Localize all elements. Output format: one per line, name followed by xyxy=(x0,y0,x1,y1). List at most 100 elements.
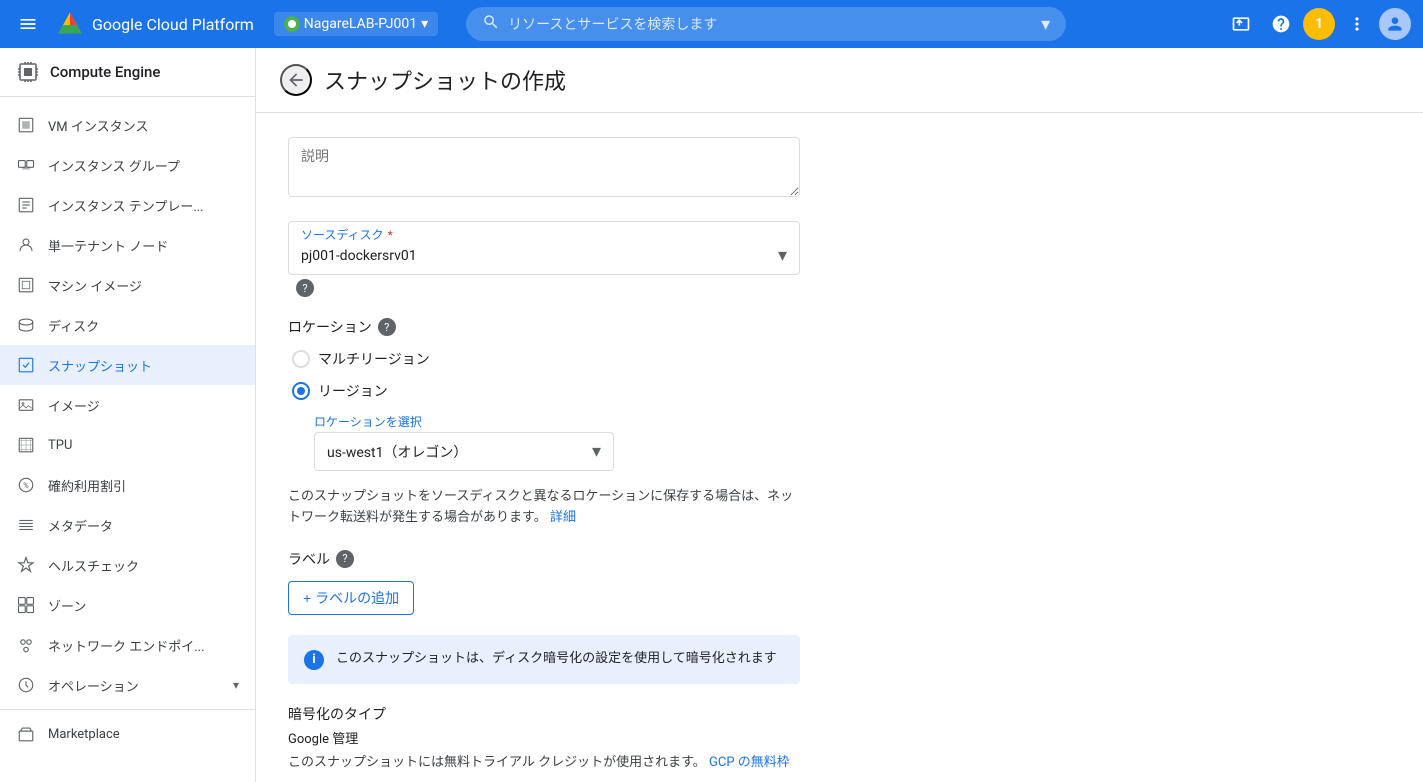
info-icon: i xyxy=(304,650,324,670)
labels-help-icon[interactable]: ? xyxy=(336,550,354,568)
help-icon[interactable] xyxy=(1263,6,1299,42)
sidebar-item-zones[interactable]: ゾーン xyxy=(0,585,255,625)
source-disk-help-button[interactable]: ? xyxy=(296,279,314,297)
location-select-wrapper: ロケーションを選択 us-west1（オレゴン） ▾ xyxy=(314,413,1024,471)
labels-section: ラベル ? + ラベルの追加 xyxy=(288,549,1024,615)
source-disk-dropdown-icon[interactable]: ▾ xyxy=(778,245,787,266)
sidebar-item-label: イメージ xyxy=(48,396,239,415)
sidebar-item-committed-use[interactable]: % 確約利用割引 xyxy=(0,465,255,505)
location-note: このスナップショットをソースディスクと異なるロケーションに保存する場合は、ネット… xyxy=(288,487,800,529)
sidebar-divider xyxy=(0,709,255,710)
sidebar-item-marketplace[interactable]: Marketplace xyxy=(0,714,255,754)
sidebar: Compute Engine VM インスタンス xyxy=(0,48,256,782)
description-textarea[interactable] xyxy=(288,137,800,197)
project-icon xyxy=(284,16,300,32)
user-avatar[interactable] xyxy=(1379,8,1411,40)
sidebar-item-label: ヘルスチェック xyxy=(48,556,239,575)
region-radio[interactable]: リージョン xyxy=(292,381,1024,401)
sidebar-item-instance-templates[interactable]: インスタンス テンプレー... xyxy=(0,185,255,225)
free-trial-link[interactable]: GCP の無料枠 xyxy=(709,755,790,770)
snapshots-icon xyxy=(16,355,36,375)
location-help-icon[interactable]: ? xyxy=(378,318,396,336)
search-area: ▾ xyxy=(466,7,1066,41)
sidebar-item-sole-tenant[interactable]: 単一テナント ノード xyxy=(0,225,255,265)
source-disk-field: ソースディスク * pj001-dockersrv01 ▾ ? xyxy=(288,221,1024,297)
region-label: リージョン xyxy=(318,381,388,401)
cloud-shell-icon[interactable] xyxy=(1223,6,1259,42)
location-note-link[interactable]: 詳細 xyxy=(550,510,576,525)
source-disk-value: pj001-dockersrv01 xyxy=(301,248,778,264)
source-disk-required: * xyxy=(388,228,393,242)
encryption-type: Google 管理 xyxy=(288,728,1024,747)
menu-hamburger[interactable] xyxy=(12,8,44,40)
sidebar-item-network-endpoints[interactable]: ネットワーク エンドポイ... xyxy=(0,625,255,665)
search-input[interactable] xyxy=(508,16,1033,32)
disks-icon xyxy=(16,315,36,335)
sidebar-item-images[interactable]: イメージ xyxy=(0,385,255,425)
instance-groups-icon xyxy=(16,155,36,175)
location-select-box[interactable]: us-west1（オレゴン） ▾ xyxy=(314,432,614,471)
sidebar-item-label: ネットワーク エンドポイ... xyxy=(48,636,239,655)
sidebar-item-label: 確約利用割引 xyxy=(48,476,239,495)
sidebar-item-instance-groups[interactable]: インスタンス グループ xyxy=(0,145,255,185)
labels-section-title: ラベル ? xyxy=(288,549,1024,569)
sidebar-item-label: インスタンス グループ xyxy=(48,156,239,175)
region-radio-circle xyxy=(292,382,310,400)
add-label-button[interactable]: + ラベルの追加 xyxy=(288,581,414,615)
sidebar-item-operations[interactable]: オペレーション ▾ xyxy=(0,665,255,705)
free-trial-note: このスナップショットには無料トライアル クレジットが使用されます。 GCP の無… xyxy=(288,751,1024,770)
search-dropdown-icon: ▾ xyxy=(1041,14,1050,35)
more-options-icon[interactable] xyxy=(1339,6,1375,42)
multi-region-radio-circle xyxy=(292,350,310,368)
sidebar-item-snapshots[interactable]: スナップショット xyxy=(0,345,255,385)
multi-region-radio[interactable]: マルチリージョン xyxy=(292,349,1024,369)
info-text: このスナップショットは、ディスク暗号化の設定を使用して暗号化されます xyxy=(336,649,777,669)
sidebar-product-title: Compute Engine xyxy=(50,63,160,81)
sidebar-nav: VM インスタンス インスタンス グループ xyxy=(0,97,255,782)
network-endpoints-icon xyxy=(16,635,36,655)
location-radio-group: マルチリージョン リージョン xyxy=(292,349,1024,401)
sidebar-item-label: スナップショット xyxy=(48,356,239,375)
multi-region-label: マルチリージョン xyxy=(318,349,430,369)
operations-chevron-icon: ▾ xyxy=(233,678,239,692)
location-select-dropdown-icon: ▾ xyxy=(592,441,601,462)
sidebar-item-label: ゾーン xyxy=(48,596,239,615)
sidebar-item-label: インスタンス テンプレー... xyxy=(48,196,239,215)
images-icon xyxy=(16,395,36,415)
sidebar-item-disks[interactable]: ディスク xyxy=(0,305,255,345)
notification-badge[interactable]: 1 xyxy=(1303,8,1335,40)
sidebar-item-health-checks[interactable]: ヘルスチェック xyxy=(0,545,255,585)
encryption-section: 暗号化のタイプ Google 管理 このスナップショットには無料トライアル クレ… xyxy=(288,704,1024,770)
marketplace-icon xyxy=(16,724,36,744)
location-section: ロケーション ? マルチリージョン リージョン xyxy=(288,317,1024,529)
page-title: スナップショットの作成 xyxy=(324,64,566,96)
vm-instances-icon xyxy=(16,115,36,135)
project-selector[interactable]: NagareLAB-PJ001 ▾ xyxy=(274,12,438,36)
sidebar-item-vm-instances[interactable]: VM インスタンス xyxy=(0,105,255,145)
main-content: スナップショットの作成 ソースディスク * pj001-dockersrv01 … xyxy=(256,48,1423,782)
source-disk-field-label: ソースディスク xyxy=(301,226,384,243)
svg-text:%: % xyxy=(23,481,29,490)
sidebar-item-label: 単一テナント ノード xyxy=(48,236,239,255)
sidebar-item-metadata[interactable]: メタデータ xyxy=(0,505,255,545)
sole-tenant-icon xyxy=(16,235,36,255)
compute-engine-icon xyxy=(16,60,40,84)
operations-icon xyxy=(16,675,36,695)
sidebar-item-label: マシン イメージ xyxy=(48,276,239,295)
back-button[interactable] xyxy=(280,64,312,96)
sidebar-item-label: VM インスタンス xyxy=(48,116,239,135)
form-area: ソースディスク * pj001-dockersrv01 ▾ ? ロケーション ? xyxy=(256,113,1056,782)
sidebar-item-label: TPU xyxy=(48,438,239,453)
sidebar-product-header: Compute Engine xyxy=(0,48,255,97)
project-dropdown-icon: ▾ xyxy=(421,16,428,32)
committed-use-icon: % xyxy=(16,475,36,495)
page-header: スナップショットの作成 xyxy=(256,48,1423,113)
instance-templates-icon xyxy=(16,195,36,215)
location-select-label: ロケーションを選択 xyxy=(314,413,1024,430)
sidebar-item-machine-images[interactable]: マシン イメージ xyxy=(0,265,255,305)
zones-icon xyxy=(16,595,36,615)
search-icon xyxy=(482,13,500,35)
app-logo: Google Cloud Platform xyxy=(56,10,254,38)
encryption-title: 暗号化のタイプ xyxy=(288,704,1024,724)
sidebar-item-tpu[interactable]: TPU xyxy=(0,425,255,465)
